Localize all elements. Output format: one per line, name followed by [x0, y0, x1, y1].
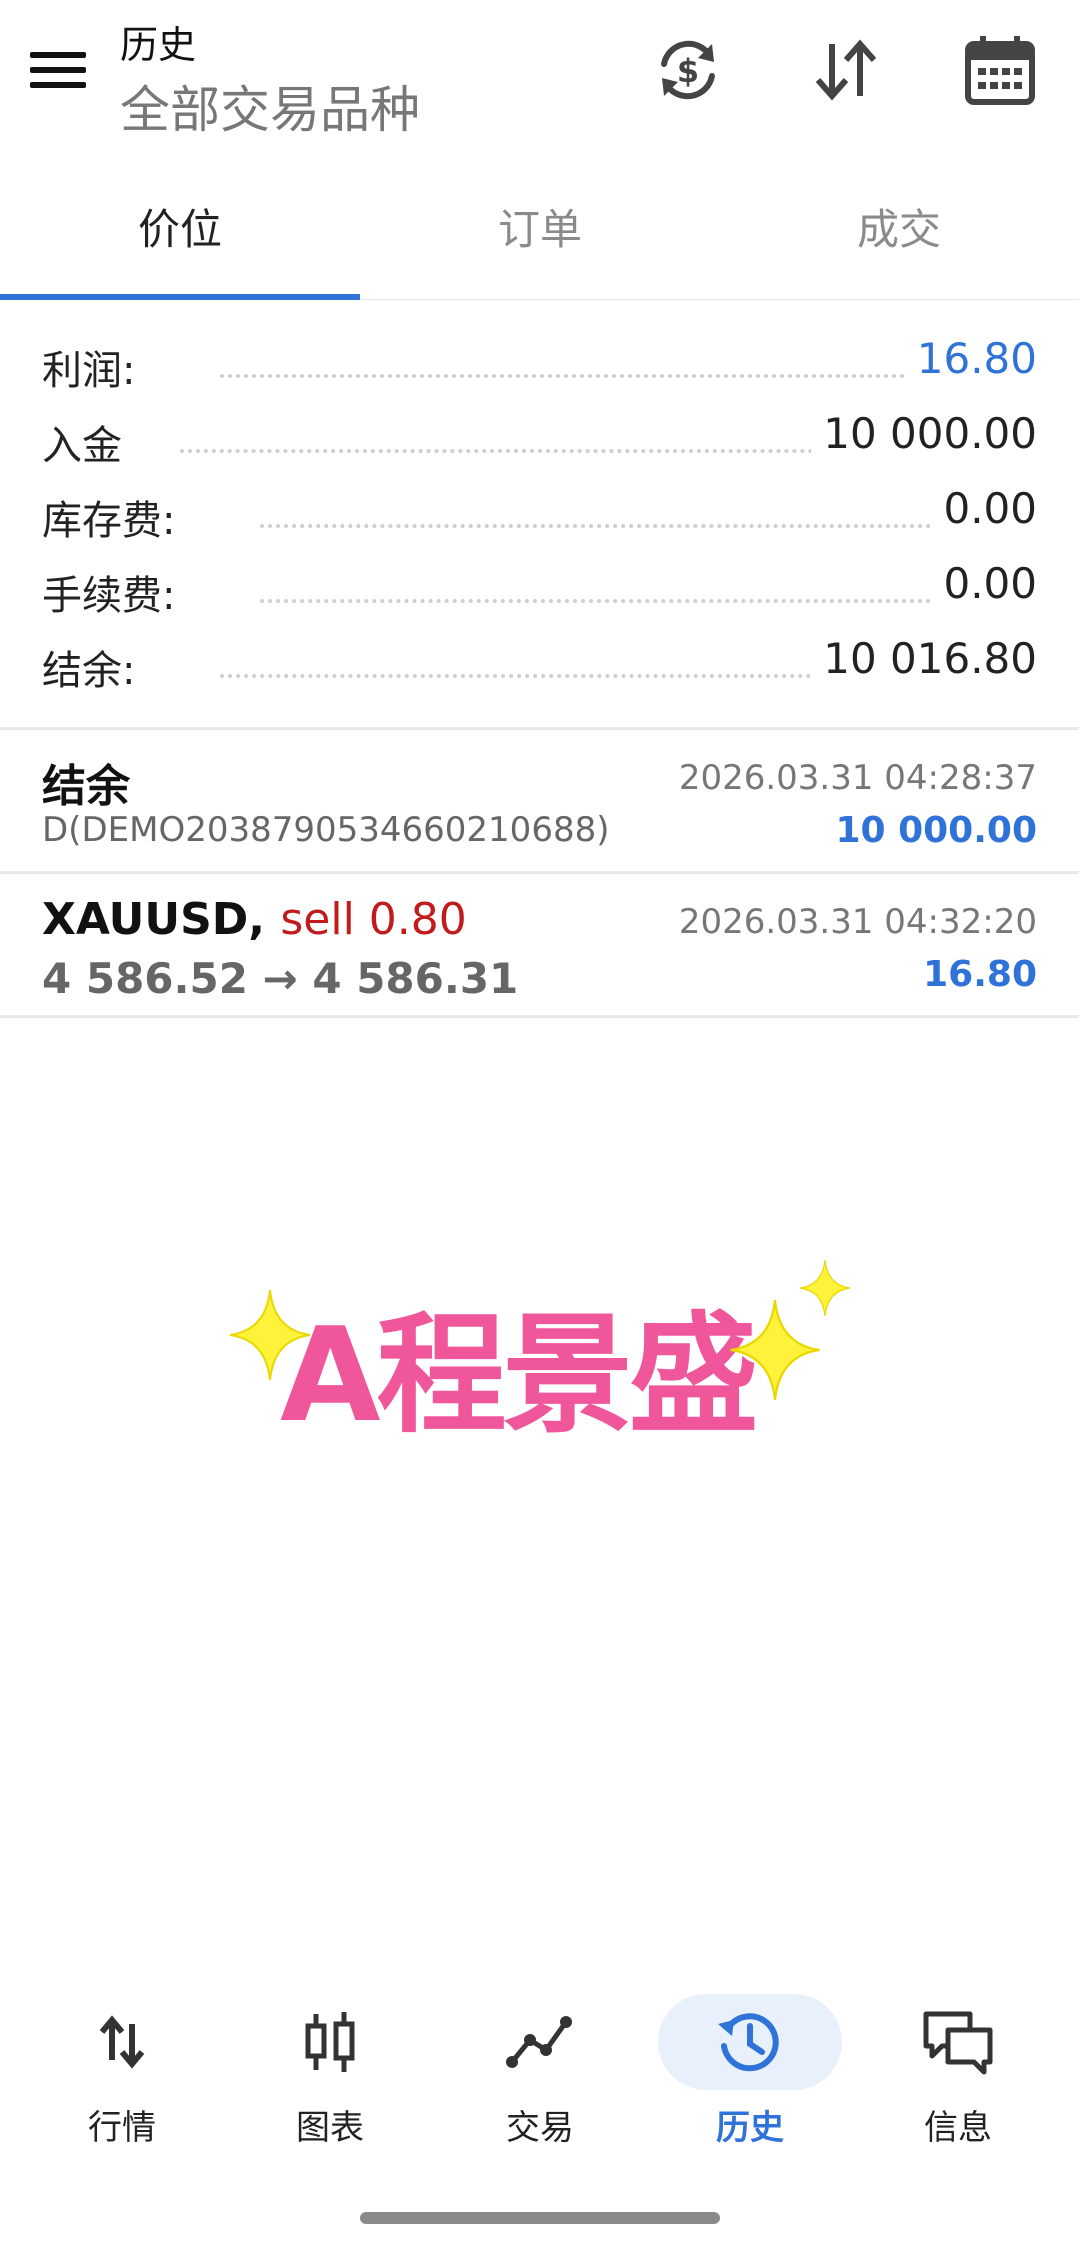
profit-label: 利润:	[42, 338, 146, 396]
nav-label: 信息	[924, 2108, 992, 2148]
deal-side: sell 0.80	[280, 894, 467, 945]
nav-label: 历史	[716, 2108, 784, 2148]
active-tab-indicator	[0, 294, 360, 300]
home-indicator[interactable]	[360, 2212, 720, 2224]
deposit-value: 10 000.00	[811, 409, 1037, 458]
dotted-leader	[260, 599, 939, 603]
bottom-navigation: 行情 图表 交易 历史 信息	[0, 1980, 1079, 2180]
calendar-icon[interactable]	[960, 30, 1040, 110]
quotes-arrows-icon	[82, 2002, 162, 2082]
summary-row-swap: 库存费: 0.00	[0, 480, 1079, 555]
deposit-label: 入金	[42, 413, 132, 471]
swap-label: 库存费:	[42, 488, 186, 546]
deal-amount: 10 000.00	[835, 810, 1037, 851]
dotted-leader	[220, 374, 929, 378]
deal-symbol: XAUUSD,	[42, 894, 266, 945]
commission-value: 0.00	[931, 559, 1037, 608]
deal-account: D(DEMO2038790534660210688)	[42, 810, 610, 850]
balance-value: 10 016.80	[811, 634, 1037, 683]
nav-label: 图表	[296, 2108, 364, 2148]
nav-label: 交易	[506, 2108, 574, 2148]
symbol-filter[interactable]: 全部交易品种	[120, 70, 420, 142]
profit-value: 16.80	[904, 334, 1037, 383]
deal-prices: 4 586.52 → 4 586.31	[42, 954, 519, 1003]
tab-orders[interactable]: 订单	[360, 170, 720, 290]
deal-row-balance[interactable]: 结余 D(DEMO2038790534660210688) 2026.03.31…	[0, 732, 1079, 872]
deal-title: 结余	[42, 761, 130, 812]
swap-value: 0.00	[931, 484, 1037, 533]
deal-time: 2026.03.31 04:28:37	[678, 758, 1037, 798]
nav-history[interactable]: 历史	[660, 1980, 840, 2160]
nav-trade[interactable]: 交易	[450, 1980, 630, 2160]
summary-panel: 利润: 16.80 入金 10 000.00 库存费: 0.00 手续费: 0.…	[0, 330, 1079, 705]
deal-time: 2026.03.31 04:32:20	[678, 902, 1037, 942]
svg-text:$: $	[677, 52, 699, 90]
watermark-text: A程景盛	[280, 1299, 759, 1451]
divider	[0, 871, 1079, 874]
sort-icon[interactable]	[806, 30, 886, 110]
candlestick-chart-icon	[290, 2002, 370, 2082]
chat-bubbles-icon	[918, 2002, 998, 2082]
currency-refresh-icon[interactable]: $	[648, 30, 728, 110]
summary-row-commission: 手续费: 0.00	[0, 555, 1079, 630]
nav-quotes[interactable]: 行情	[32, 1980, 212, 2160]
divider	[0, 1015, 1079, 1018]
trade-line-icon	[500, 2002, 580, 2082]
tab-deals[interactable]: 成交	[719, 170, 1079, 290]
dotted-leader	[180, 449, 829, 453]
tab-bar: 价位 订单 成交	[0, 170, 1079, 300]
balance-label: 结余:	[42, 638, 146, 696]
deal-symbol-line: XAUUSD, sell 0.80	[42, 894, 467, 945]
watermark-overlay: A程景盛	[230, 1260, 850, 1451]
nav-chart[interactable]: 图表	[240, 1980, 420, 2160]
summary-row-deposit: 入金 10 000.00	[0, 405, 1079, 480]
nav-messages[interactable]: 信息	[868, 1980, 1048, 2160]
sparkle-icon	[800, 1260, 850, 1316]
summary-row-profit: 利润: 16.80	[0, 330, 1079, 405]
app-header: 历史 全部交易品种 $	[0, 0, 1079, 160]
divider	[0, 727, 1079, 730]
menu-icon[interactable]	[30, 50, 86, 90]
page-title: 历史	[120, 23, 197, 67]
dotted-leader	[220, 674, 819, 678]
deal-row-trade[interactable]: XAUUSD, sell 0.80 4 586.52 → 4 586.31 20…	[0, 876, 1079, 1016]
tab-positions[interactable]: 价位	[0, 170, 360, 290]
summary-row-balance: 结余: 10 016.80	[0, 630, 1079, 705]
dotted-leader	[260, 524, 939, 528]
history-clock-icon	[710, 2002, 790, 2082]
nav-label: 行情	[88, 2108, 156, 2148]
deal-amount: 16.80	[923, 954, 1037, 995]
commission-label: 手续费:	[42, 563, 186, 621]
